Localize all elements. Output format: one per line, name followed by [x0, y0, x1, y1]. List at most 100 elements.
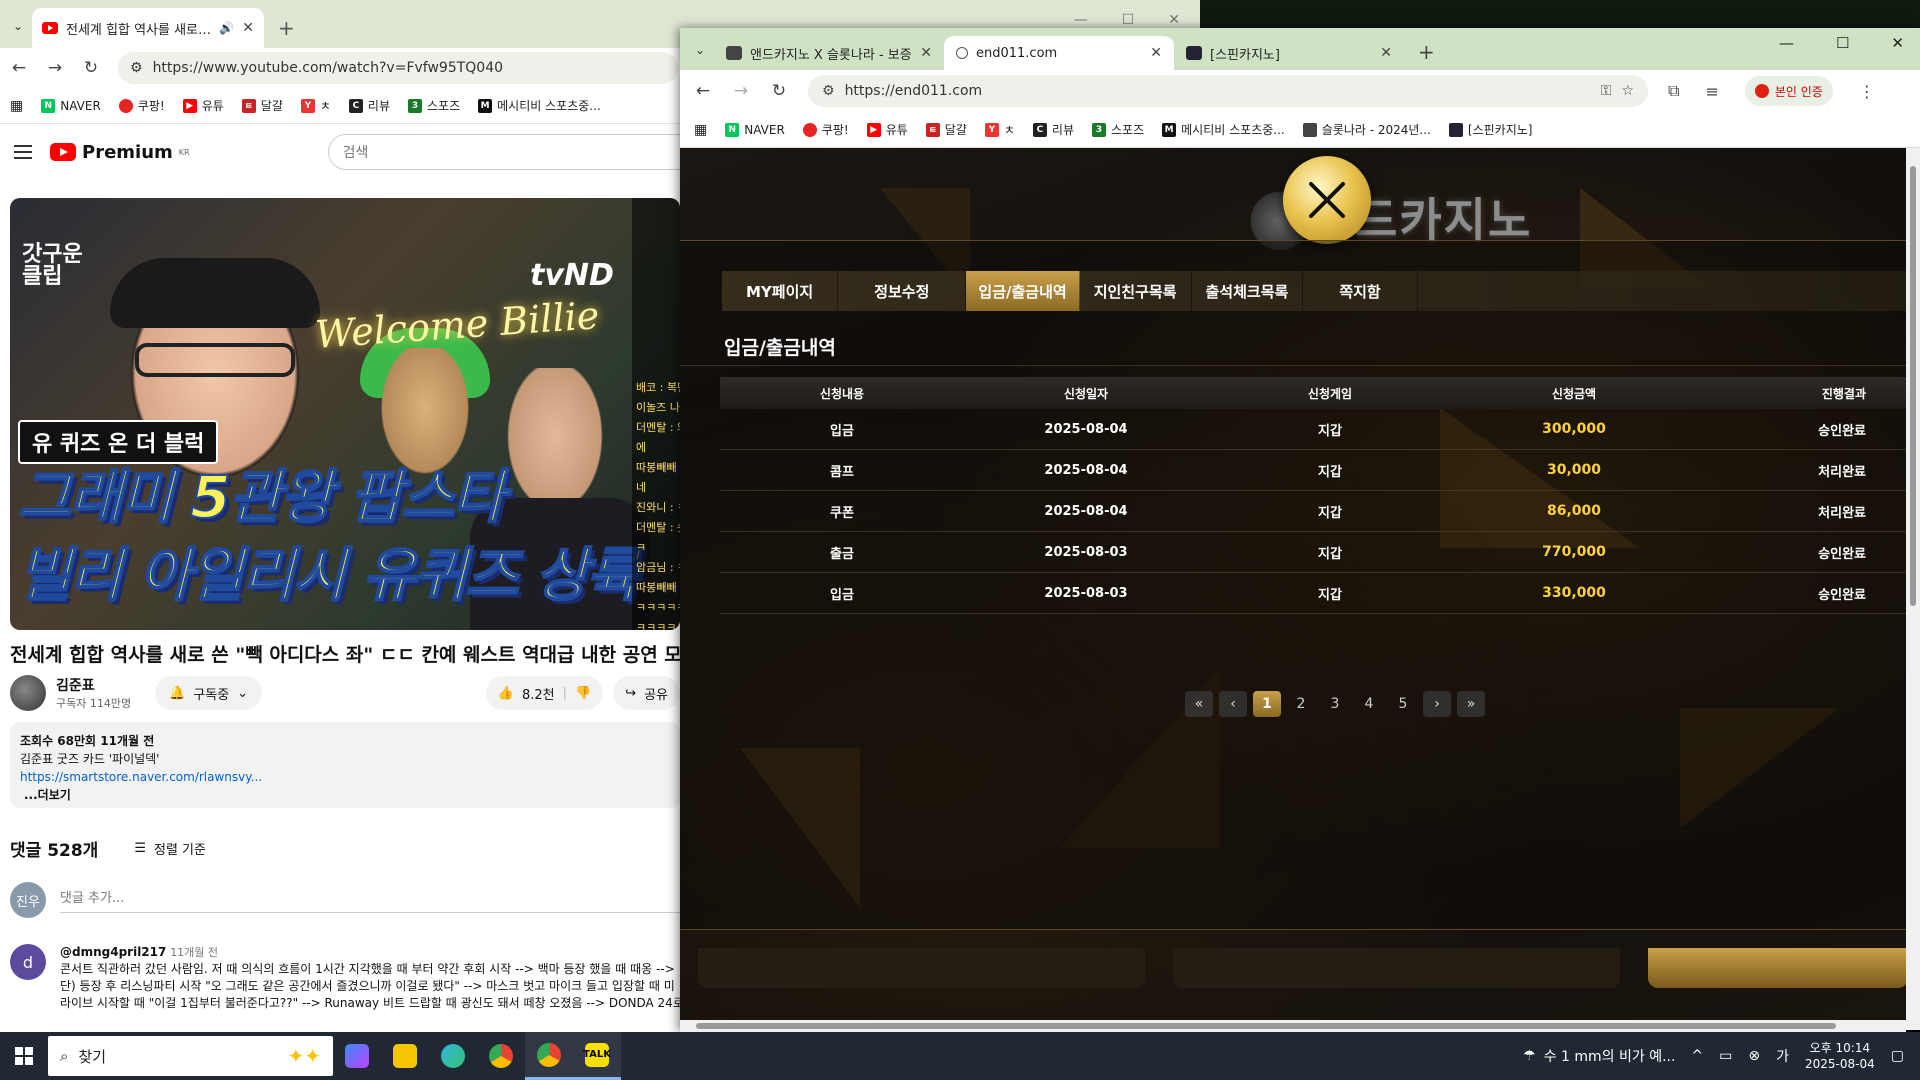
forward-icon[interactable]: →	[46, 58, 64, 78]
tab-slotnara[interactable]: 앤드카지노 X 슬롯나라 - 보증 ✕	[714, 36, 944, 70]
close-tab-icon[interactable]: ✕	[920, 45, 932, 61]
bookmark-mesitv[interactable]: M 메시티비 스포츠중...	[1162, 121, 1285, 138]
site-info-icon[interactable]: ⚙	[130, 60, 143, 76]
bookmark-youtube[interactable]: ▶ 유튜	[182, 97, 224, 114]
menu-inbox[interactable]: 쪽지함	[1303, 271, 1418, 311]
youtube-logo[interactable]: Premium KR	[50, 142, 190, 163]
game-card[interactable]	[698, 948, 1146, 988]
minimize-icon[interactable]: —	[1779, 34, 1794, 52]
bookmark-mesitv[interactable]: M 메시티비 스포츠중...	[478, 97, 601, 114]
menu-friends[interactable]: 지인친구목록	[1080, 271, 1192, 311]
show-more-link[interactable]: ...더보기	[20, 786, 670, 804]
scroll-thumb[interactable]	[696, 1023, 1836, 1029]
edge-app[interactable]	[429, 1032, 477, 1080]
bookmark-ch[interactable]: Yㅊ	[300, 97, 331, 114]
key-icon[interactable]: ⚿	[1601, 83, 1612, 99]
commenter-name[interactable]: @dmng4pril217	[60, 945, 166, 959]
next-page-button[interactable]: ›	[1423, 691, 1451, 717]
address-bar[interactable]: ⚙ https://end011.com ⚿ ☆	[808, 75, 1648, 107]
apps-icon[interactable]: ▦	[694, 122, 707, 138]
star-icon[interactable]: ☆	[1621, 83, 1634, 99]
page-1-button[interactable]: 1	[1253, 691, 1281, 717]
apps-icon[interactable]: ▦	[10, 98, 23, 114]
tab-end011[interactable]: end011.com ✕	[944, 36, 1174, 70]
clock[interactable]: 오후 10:14 2025-08-04	[1805, 1040, 1875, 1072]
subscribe-button[interactable]: 🔔 구독중 ⌄	[155, 676, 263, 710]
close-window-icon[interactable]: ✕	[1168, 12, 1180, 28]
new-tab-button[interactable]: +	[278, 16, 295, 40]
back-icon[interactable]: ←	[10, 58, 28, 78]
network-icon[interactable]: ▭	[1719, 1048, 1732, 1064]
volume-mute-icon[interactable]: ⊗	[1748, 1048, 1760, 1064]
bookmark-coupang[interactable]: 쿠팡!	[802, 121, 849, 138]
description-link[interactable]: https://smartstore.naver.com/rlawnsvy...	[20, 770, 262, 784]
bookmark-ch[interactable]: Yㅊ	[984, 121, 1015, 138]
minimize-icon[interactable]: —	[1074, 12, 1088, 28]
comment-input[interactable]: 댓글 추가...	[60, 887, 680, 913]
forward-icon[interactable]: →	[732, 81, 750, 101]
prev-page-button[interactable]: ‹	[1219, 691, 1247, 717]
verify-button[interactable]: 본인 인증	[1744, 76, 1833, 106]
bookmark-review[interactable]: C 리뷰	[1032, 121, 1074, 138]
bookmark-naver[interactable]: N NAVER	[41, 98, 101, 113]
tab-search-button[interactable]: ⌄	[686, 36, 714, 64]
chevron-up-icon[interactable]: ^	[1691, 1048, 1703, 1064]
tab-spincasino[interactable]: [스핀카지노] ✕	[1174, 36, 1404, 70]
menu-deposit-withdraw[interactable]: 입금/출금내역	[966, 271, 1080, 311]
page-2-button[interactable]: 2	[1287, 691, 1315, 717]
extensions-icon[interactable]: ⧉	[1668, 81, 1679, 101]
page-5-button[interactable]: 5	[1389, 691, 1417, 717]
game-card[interactable]	[1173, 948, 1621, 988]
video-player[interactable]: 갓구운 클립 tvND Welcome Billie 유 퀴즈 온 더 블럭 그…	[10, 198, 680, 630]
bookmark-egg[interactable]: ㅌ 달걀	[241, 97, 283, 114]
last-page-button[interactable]: »	[1457, 691, 1485, 717]
vertical-scrollbar[interactable]	[1906, 148, 1920, 1030]
notes-app[interactable]	[381, 1032, 429, 1080]
site-info-icon[interactable]: ⚙	[822, 83, 835, 99]
close-button[interactable]	[1283, 156, 1371, 244]
first-page-button[interactable]: «	[1185, 691, 1213, 717]
close-tab-icon[interactable]: ✕	[1380, 45, 1392, 61]
menu-edit-info[interactable]: 정보수정	[838, 271, 967, 311]
close-tab-icon[interactable]: ✕	[242, 20, 254, 36]
bookmark-review[interactable]: C 리뷰	[348, 97, 390, 114]
menu-icon[interactable]	[14, 145, 32, 159]
thumbs-down-icon[interactable]: 👎	[575, 686, 591, 701]
share-button[interactable]: ↪ 공유	[613, 676, 680, 710]
new-tab-button[interactable]: +	[1418, 40, 1435, 64]
description-box[interactable]: 조회수 68만회 11개월 전 김준표 굿즈 카드 '파이널덱' https:/…	[10, 722, 680, 808]
speaker-icon[interactable]: 🔊	[219, 21, 234, 35]
bookmark-naver[interactable]: N NAVER	[725, 122, 785, 137]
bookmark-coupang[interactable]: 쿠팡!	[118, 97, 165, 114]
commenter-avatar[interactable]: d	[10, 944, 46, 980]
page-4-button[interactable]: 4	[1355, 691, 1383, 717]
maximize-icon[interactable]: ☐	[1122, 12, 1135, 28]
kakaotalk-app[interactable]: TALK	[573, 1032, 621, 1080]
weather-widget[interactable]: ☂ 수 1 mm의 비가 예...	[1523, 1046, 1675, 1066]
back-icon[interactable]: ←	[694, 81, 712, 101]
address-bar[interactable]: ⚙ https://www.youtube.com/watch?v=Fvfw95…	[118, 52, 678, 84]
chrome-app[interactable]	[477, 1032, 525, 1080]
maximize-icon[interactable]: ☐	[1836, 34, 1849, 52]
tab-youtube[interactable]: 전세계 힙합 역사를 새로 쓴 "빽 아디다스 좌" 🔊 ✕	[32, 8, 264, 48]
like-button[interactable]: 👍 8.2천 | 👎	[485, 676, 604, 710]
tab-search-button[interactable]: ⌄	[4, 10, 32, 42]
scroll-thumb[interactable]	[1910, 166, 1916, 606]
bookmark-sports[interactable]: 3 스포즈	[408, 97, 460, 114]
bookmark-youtube[interactable]: ▶ 유튜	[866, 121, 908, 138]
taskbar-search[interactable]: ⌕ 찾기 ✦✦	[48, 1036, 333, 1076]
ime-icon[interactable]: 가	[1776, 1046, 1789, 1066]
notification-icon[interactable]: ▢	[1891, 1048, 1904, 1064]
horizontal-scrollbar[interactable]	[680, 1020, 1906, 1032]
chrome-app-active[interactable]	[525, 1032, 573, 1080]
more-icon[interactable]: ⋮	[1859, 82, 1875, 101]
copilot-app[interactable]	[333, 1032, 381, 1080]
menu-mypage[interactable]: MY페이지	[722, 271, 839, 311]
page-3-button[interactable]: 3	[1321, 691, 1349, 717]
bookmark-sports[interactable]: 3 스포즈	[1092, 121, 1144, 138]
menu-attendance[interactable]: 출석체크목록	[1192, 271, 1304, 311]
bookmark-egg[interactable]: ㅌ 달걀	[925, 121, 967, 138]
start-button[interactable]	[0, 1032, 48, 1080]
bookmark-slotnara[interactable]: 슬롯나라 - 2024년...	[1302, 121, 1431, 138]
channel-avatar[interactable]	[10, 675, 46, 711]
